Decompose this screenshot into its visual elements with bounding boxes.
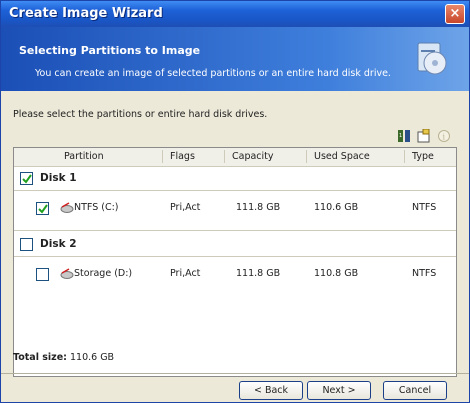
info-icon[interactable]: i (437, 129, 451, 143)
window-title: Create Image Wizard (9, 6, 163, 21)
partition-type: NTFS (412, 268, 437, 279)
checkmark-icon (22, 174, 32, 184)
partition-flags: Pri,Act (170, 268, 201, 279)
partition-flags: Pri,Act (170, 202, 201, 213)
column-separator (306, 150, 307, 163)
cancel-button[interactable]: Cancel (383, 381, 447, 400)
group-divider (14, 230, 456, 231)
column-separator (224, 150, 225, 163)
partition-capacity: 111.8 GB (236, 202, 281, 213)
column-type[interactable]: Type (412, 151, 434, 162)
column-separator (404, 150, 405, 163)
disk-label: Disk 1 (40, 172, 77, 184)
column-separator (162, 150, 163, 163)
column-partition[interactable]: Partition (64, 151, 104, 162)
total-size-label: Total size: (13, 352, 67, 363)
wizard-body: Please select the partitions or entire h… (1, 91, 469, 377)
column-used-space[interactable]: Used Space (314, 151, 370, 162)
svg-text:1: 1 (399, 133, 402, 139)
close-icon: × (449, 6, 461, 21)
close-button[interactable]: × (445, 4, 465, 24)
back-button[interactable]: < Back (239, 381, 303, 400)
partition-used-space: 110.6 GB (314, 202, 359, 213)
partition-checkbox[interactable] (36, 268, 49, 281)
title-bar[interactable]: Create Image Wizard × (1, 1, 469, 27)
table-row[interactable]: Storage (D:) Pri,Act 111.8 GB 110.8 GB N… (14, 264, 456, 286)
checkmark-icon (38, 204, 48, 214)
partition-disk-icon (60, 268, 74, 279)
disk-group-row[interactable]: Disk 2 (14, 234, 456, 256)
disk-1-checkbox[interactable] (20, 172, 33, 185)
sort-icon[interactable]: 1 (397, 129, 411, 143)
partition-name: Storage (D:) (74, 268, 133, 279)
next-button[interactable]: Next > (307, 381, 371, 400)
partition-disk-icon (60, 202, 74, 213)
column-capacity[interactable]: Capacity (232, 151, 274, 162)
partition-name: NTFS (C:) (74, 202, 119, 213)
step-title: Selecting Partitions to Image (19, 44, 201, 57)
group-divider (14, 256, 456, 257)
partition-capacity: 111.8 GB (236, 268, 281, 279)
total-size-value: 110.6 GB (69, 352, 115, 363)
instruction-text: Please select the partitions or entire h… (13, 109, 268, 120)
wizard-header: Selecting Partitions to Image You can cr… (1, 27, 469, 91)
toolbar: 1 i (397, 129, 455, 145)
footer-divider (1, 373, 469, 374)
column-flags[interactable]: Flags (170, 151, 195, 162)
partition-type: NTFS (412, 202, 437, 213)
table-header: Partition Flags Capacity Used Space Type (14, 148, 456, 167)
disk-2-checkbox[interactable] (20, 238, 33, 251)
partition-table: Partition Flags Capacity Used Space Type… (13, 147, 457, 377)
partition-checkbox[interactable] (36, 202, 49, 215)
step-subtitle: You can create an image of selected part… (35, 68, 391, 79)
svg-text:i: i (443, 133, 446, 142)
table-row[interactable]: NTFS (C:) Pri,Act 111.8 GB 110.6 GB NTFS (14, 198, 456, 220)
disk-label: Disk 2 (40, 238, 77, 250)
group-divider (14, 190, 456, 191)
wizard-window: Create Image Wizard × Selecting Partitio… (0, 0, 470, 403)
wizard-disk-icon (417, 42, 447, 75)
partition-used-space: 110.8 GB (314, 268, 359, 279)
properties-icon[interactable] (417, 129, 431, 143)
total-size: Total size: 110.6 GB (13, 352, 114, 363)
disk-group-row[interactable]: Disk 1 (14, 168, 456, 190)
